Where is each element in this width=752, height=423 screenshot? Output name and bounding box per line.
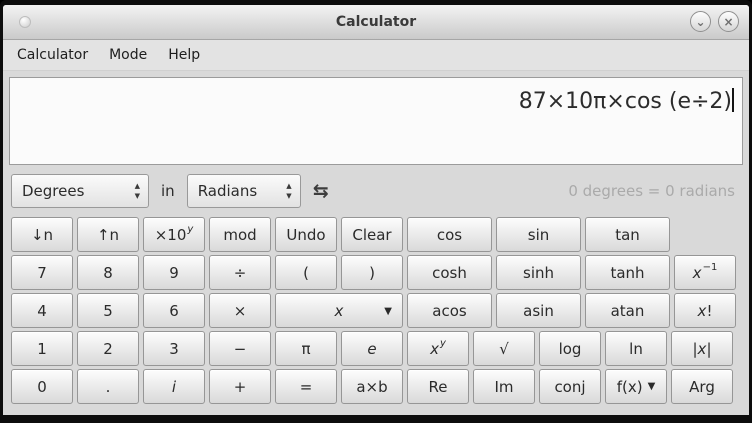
logarithm-button[interactable]: log (539, 331, 601, 366)
content-area: 87×10π×cos (e÷2) Degrees ▲▼ in Radians ▲… (3, 71, 749, 415)
x-power-y-button[interactable]: xy (407, 331, 469, 366)
eight-button[interactable]: 8 (77, 255, 139, 290)
argument-button[interactable]: Arg (671, 369, 733, 404)
three-button[interactable]: 3 (143, 331, 205, 366)
menu-help[interactable]: Help (166, 44, 202, 66)
imaginary-unit-button[interactable]: i (143, 369, 205, 404)
close-paren-button[interactable]: ) (341, 255, 403, 290)
subscript-mode-button[interactable]: ↓n (11, 217, 73, 252)
seven-button[interactable]: 7 (11, 255, 73, 290)
undo-button[interactable]: Undo (275, 217, 337, 252)
spin-up-icon: ▲ (286, 183, 291, 190)
cosh-button[interactable]: cosh (407, 255, 492, 290)
open-paren-button[interactable]: ( (275, 255, 337, 290)
expression-text: 87×10π×cos (e÷2) (519, 89, 732, 114)
pi-button[interactable]: π (275, 331, 337, 366)
app-icon (19, 16, 31, 28)
angle-to-select[interactable]: Radians ▲▼ (187, 174, 301, 208)
subtract-button[interactable]: − (209, 331, 271, 366)
two-button[interactable]: 2 (77, 331, 139, 366)
spin-up-icon: ▲ (135, 183, 140, 190)
text-cursor (732, 88, 734, 112)
cos-button[interactable]: cos (407, 217, 492, 252)
menubar: Calculator Mode Help (3, 40, 749, 71)
titlebar[interactable]: Calculator ⌄ × (3, 5, 749, 40)
conjugate-button[interactable]: conj (539, 369, 601, 404)
angle-to-value: Radians (198, 182, 284, 200)
close-button[interactable]: × (718, 11, 739, 32)
chevron-down-icon: ⌄ (695, 15, 705, 29)
nine-button[interactable]: 9 (143, 255, 205, 290)
atan-button[interactable]: atan (585, 293, 670, 328)
function-button[interactable]: f(x)▼ (605, 369, 667, 404)
superscript-mode-button[interactable]: ↑n (77, 217, 139, 252)
asin-button[interactable]: asin (496, 293, 581, 328)
angle-from-value: Degrees (22, 182, 132, 200)
real-part-button[interactable]: Re (407, 369, 469, 404)
add-button[interactable]: + (209, 369, 271, 404)
keypad-row-2: 789÷()coshsinhtanhx−1 (11, 255, 741, 290)
natural-logarithm-button[interactable]: ln (605, 331, 667, 366)
square-root-button[interactable]: √ (473, 331, 535, 366)
divide-button[interactable]: ÷ (209, 255, 271, 290)
one-button[interactable]: 1 (11, 331, 73, 366)
menu-calculator[interactable]: Calculator (15, 44, 90, 66)
imaginary-part-button[interactable]: Im (473, 369, 535, 404)
spin-down-icon: ▼ (135, 193, 140, 200)
equals-button[interactable]: = (275, 369, 337, 404)
absolute-value-button[interactable]: |x| (671, 331, 733, 366)
reciprocal-button[interactable]: x−1 (674, 255, 736, 290)
calculator-window: Calculator ⌄ × CalculatorModeHelp 87×10π… (3, 5, 749, 415)
factorial-button[interactable]: x! (674, 293, 736, 328)
tan-button[interactable]: tan (585, 217, 670, 252)
shade-button[interactable]: ⌄ (690, 11, 711, 32)
variable-button[interactable]: x▼ (275, 293, 403, 328)
close-icon: × (723, 15, 733, 29)
spin-down-icon: ▼ (286, 193, 291, 200)
keypad-row-4: 123−πexy√logln|x| (11, 331, 741, 366)
keypad-row-3: 456×x▼acosasinatanx! (11, 293, 741, 328)
expression-display[interactable]: 87×10π×cos (e÷2) (9, 77, 743, 165)
window-title: Calculator (336, 14, 416, 30)
acos-button[interactable]: acos (407, 293, 492, 328)
scientific-notation-button[interactable]: a×b (341, 369, 403, 404)
keypad-row-5: 0.i+=a×bReImconjf(x)▼Arg (11, 369, 741, 404)
four-button[interactable]: 4 (11, 293, 73, 328)
sin-button[interactable]: sin (496, 217, 581, 252)
six-button[interactable]: 6 (143, 293, 205, 328)
sinh-button[interactable]: sinh (496, 255, 581, 290)
menu-mode[interactable]: Mode (107, 44, 149, 66)
decimal-point-button[interactable]: . (77, 369, 139, 404)
tanh-button[interactable]: tanh (585, 255, 670, 290)
window-controls: ⌄ × (690, 11, 739, 32)
angle-from-select[interactable]: Degrees ▲▼ (11, 174, 149, 208)
spinner-arrows-icon[interactable]: ▲▼ (283, 183, 294, 200)
five-button[interactable]: 5 (77, 293, 139, 328)
exponent-button[interactable]: ×10y (143, 217, 205, 252)
conversion-status: 0 degrees = 0 radians (568, 182, 739, 200)
clear-button[interactable]: Clear (341, 217, 403, 252)
unit-conversion-row: Degrees ▲▼ in Radians ▲▼ ⇆ 0 degrees = 0… (11, 173, 739, 209)
zero-button[interactable]: 0 (11, 369, 73, 404)
in-label: in (161, 182, 175, 200)
modulus-button[interactable]: mod (209, 217, 271, 252)
keypad: ↓n↑n×10ymodUndoClearcossintan789÷()coshs… (9, 217, 743, 404)
window-frame: Calculator ⌄ × CalculatorModeHelp 87×10π… (0, 0, 752, 423)
euler-number-button[interactable]: e (341, 331, 403, 366)
swap-units-button[interactable]: ⇆ (313, 180, 329, 202)
spinner-arrows-icon[interactable]: ▲▼ (132, 183, 143, 200)
multiply-button[interactable]: × (209, 293, 271, 328)
keypad-row-1: ↓n↑n×10ymodUndoClearcossintan (11, 217, 741, 252)
